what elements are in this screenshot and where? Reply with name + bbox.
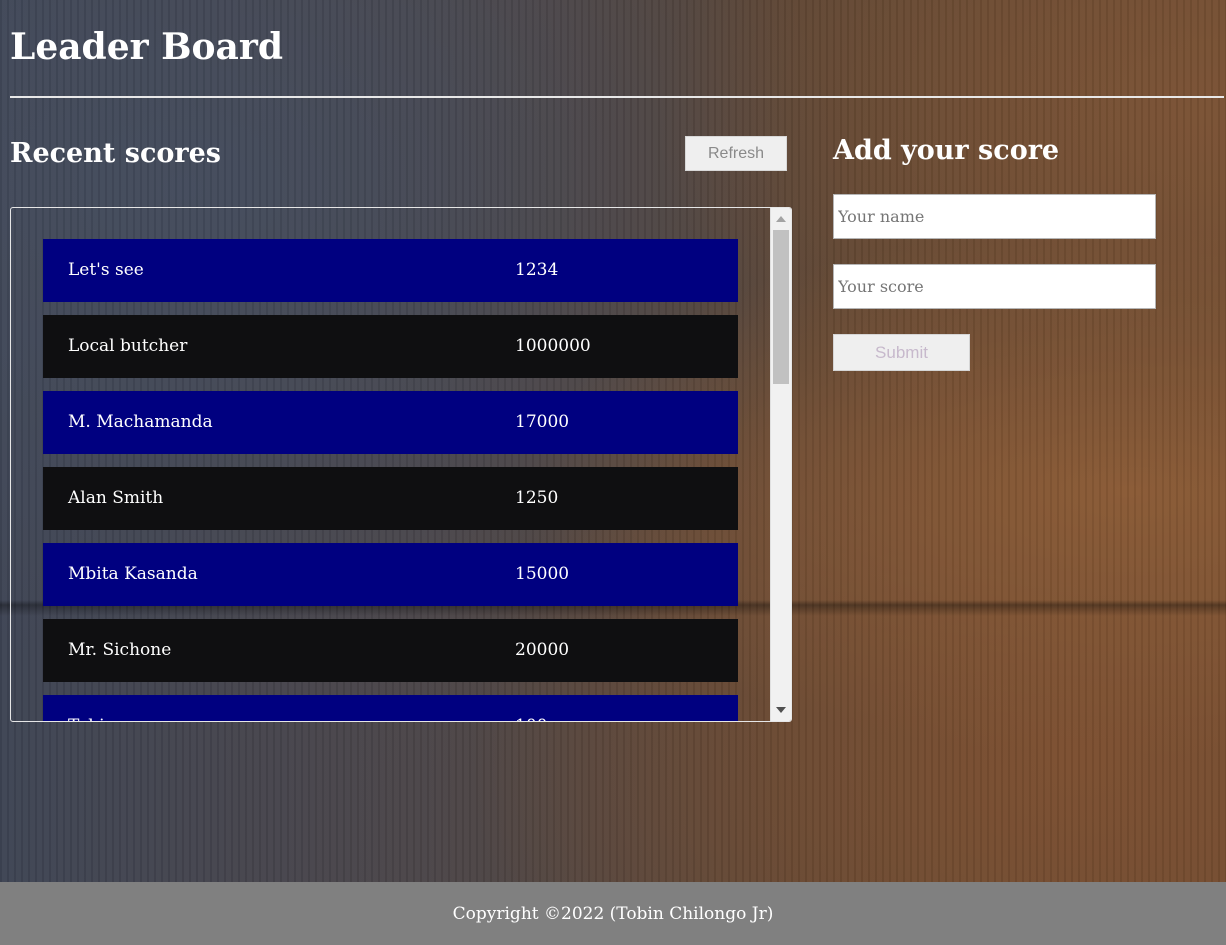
player-name: Mr. Sichone [68, 640, 172, 660]
player-score: 20000 [515, 640, 570, 660]
list-item: Let's see 1234 [43, 239, 738, 302]
scroll-up-arrow-icon[interactable] [776, 216, 786, 222]
submit-button[interactable]: Submit [833, 334, 970, 371]
scores-list: Let's see 1234 Local butcher 1000000 M. … [43, 239, 738, 721]
player-score: 1250 [515, 488, 559, 508]
scrollbar[interactable] [770, 208, 791, 721]
player-name: Alan Smith [68, 488, 164, 508]
name-input[interactable] [833, 194, 1156, 239]
player-name: Mbita Kasanda [68, 564, 198, 584]
recent-scores-heading: Recent scores [10, 138, 221, 169]
scores-list-container[interactable]: Let's see 1234 Local butcher 1000000 M. … [10, 207, 792, 722]
add-score-heading: Add your score [833, 135, 1060, 166]
refresh-button[interactable]: Refresh [685, 136, 787, 171]
scroll-down-arrow-icon[interactable] [776, 707, 786, 713]
player-name: Tobin [68, 695, 116, 721]
player-score: 15000 [515, 564, 570, 584]
player-score: 17000 [515, 412, 570, 432]
player-name: Local butcher [68, 336, 188, 356]
list-item: Alan Smith 1250 [43, 467, 738, 530]
page-title: Leader Board [10, 26, 284, 68]
list-item: M. Machamanda 17000 [43, 391, 738, 454]
list-item: Tobin 100 [43, 695, 738, 721]
score-input[interactable] [833, 264, 1156, 309]
player-score: 1234 [515, 260, 559, 280]
player-score: 100 [515, 695, 547, 721]
list-item: Mbita Kasanda 15000 [43, 543, 738, 606]
list-item: Mr. Sichone 20000 [43, 619, 738, 682]
copyright-text: Copyright ©2022 (Tobin Chilongo Jr) [452, 903, 774, 924]
player-score: 1000000 [515, 336, 591, 356]
list-item: Local butcher 1000000 [43, 315, 738, 378]
footer: Copyright ©2022 (Tobin Chilongo Jr) [0, 882, 1226, 945]
player-name: Let's see [68, 260, 144, 280]
header-divider [10, 96, 1224, 98]
scroll-thumb[interactable] [773, 230, 789, 384]
player-name: M. Machamanda [68, 412, 213, 432]
